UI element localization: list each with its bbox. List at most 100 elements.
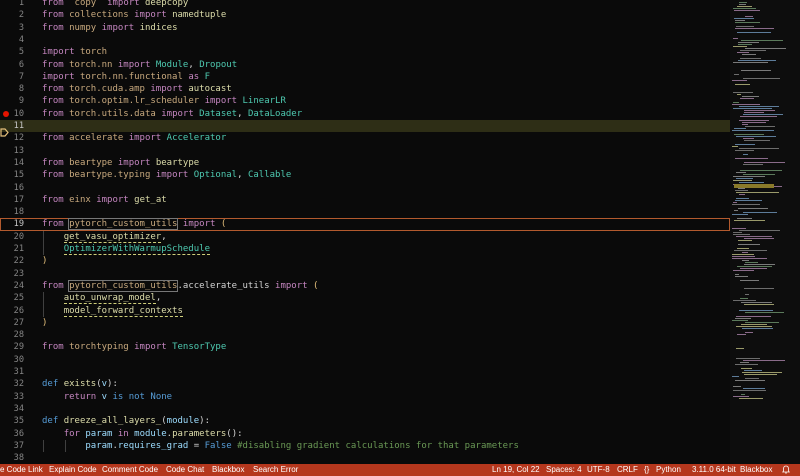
code-line[interactable]: 26 model_forward_contexts xyxy=(0,305,730,317)
status-language[interactable]: Python xyxy=(656,464,681,476)
code-line[interactable]: 35 def dreeze_all_layers_(module): xyxy=(0,415,730,427)
code-line[interactable]: 32 def exists(v): xyxy=(0,378,730,390)
code-line[interactable]: 16 xyxy=(0,182,730,194)
code-line[interactable]: 30 xyxy=(0,354,730,366)
code-token: Dataset xyxy=(199,108,238,119)
code-token: (): xyxy=(226,428,243,439)
status-blackbox[interactable]: Blackbox xyxy=(212,464,244,476)
code-line[interactable]: 14 from beartype import beartype xyxy=(0,157,730,169)
code-line[interactable]: 28 xyxy=(0,329,730,341)
code-line[interactable]: 27) xyxy=(0,317,730,329)
line-number: 29 xyxy=(13,342,24,353)
code-token: torch.nn.functional xyxy=(79,71,183,82)
code-line[interactable]: 3 from numpy import indices xyxy=(0,22,730,34)
minimap[interactable] xyxy=(730,0,800,464)
status-indentation[interactable]: Spaces: 4 xyxy=(546,464,582,476)
code-token: torch.utils.data xyxy=(69,108,156,119)
code-line[interactable]: 18 xyxy=(0,206,730,218)
debug-pointer-icon[interactable] xyxy=(0,122,9,137)
code-text: auto_unwrap_model, xyxy=(42,292,161,305)
code-token: import xyxy=(134,342,167,353)
code-line[interactable]: 8 from torch.cuda.amp import autocast xyxy=(0,83,730,95)
line-number: 3 xyxy=(18,22,24,33)
code-token: from xyxy=(42,133,64,144)
code-token: autocast xyxy=(188,84,232,95)
minimap-line xyxy=(741,302,772,303)
code-token: Callable xyxy=(247,170,292,181)
status-cursor-position[interactable]: Ln 19, Col 22 xyxy=(492,464,540,476)
code-token: #disabling gradient calculations for tha… xyxy=(237,440,519,451)
code-token: return xyxy=(63,391,97,402)
minimap-line xyxy=(735,28,774,29)
status-bar: e Code Link Explain Code Comment Code Co… xyxy=(0,464,800,476)
minimap-line xyxy=(737,6,752,7)
status-encoding[interactable]: UTF-8 xyxy=(587,464,610,476)
code-line[interactable]: 19 from pytorch_custom_utils import ( xyxy=(0,218,730,231)
code-token: from xyxy=(42,280,64,291)
code-line[interactable]: 37 param.requires_grad = False #disablin… xyxy=(0,440,730,452)
code-line[interactable]: 31 xyxy=(0,366,730,378)
code-line[interactable]: 25 auto_unwrap_model, xyxy=(0,292,730,305)
code-line[interactable]: 24 from pytorch_custom_utils.accelerate_u… xyxy=(0,279,730,292)
code-token: from xyxy=(42,108,64,119)
code-line[interactable]: 6 from torch.nn import Module, Dropout xyxy=(0,59,730,71)
code-line[interactable]: 36 for param in module.parameters(): xyxy=(0,428,730,440)
code-line[interactable]: 11 xyxy=(0,120,730,133)
status-blackbox-right[interactable]: Blackbox xyxy=(740,464,772,476)
code-line[interactable]: 4 xyxy=(0,34,730,46)
code-line[interactable]: 10 from torch.utils.data import Dataset, … xyxy=(0,108,730,120)
code-token: Dropout xyxy=(199,59,238,70)
breakpoint-icon[interactable] xyxy=(3,110,9,117)
code-line[interactable]: 23 xyxy=(0,268,730,280)
code-line[interactable]: 38 xyxy=(0,452,730,464)
code-line[interactable]: 2 from collections import namedtuple xyxy=(0,9,730,21)
minimap-line xyxy=(734,74,739,75)
code-token: .accelerate_utils xyxy=(177,280,276,291)
code-line[interactable]: 12 from accelerate import Accelerator xyxy=(0,132,730,144)
code-line[interactable]: 13 xyxy=(0,145,730,157)
code-line[interactable]: 17 from einx import get_at xyxy=(0,194,730,206)
line-number: 15 xyxy=(13,170,24,181)
line-number: 16 xyxy=(13,182,24,193)
code-token: numpy xyxy=(69,22,97,33)
code-editor[interactable]: 1 from copy import deepcopy 2 from collecti… xyxy=(0,0,730,464)
status-interpreter[interactable]: 3.11.0 64-bit xyxy=(692,464,736,476)
bell-icon[interactable] xyxy=(782,464,790,476)
code-line[interactable]: 22) xyxy=(0,255,730,267)
code-line[interactable]: 29 from torchtyping import TensorType xyxy=(0,341,730,353)
code-line[interactable]: 21 OptimizerWithWarmupSchedule xyxy=(0,243,730,255)
minimap-line xyxy=(742,252,748,253)
line-number: 38 xyxy=(13,453,24,464)
code-text: from accelerate import Accelerator xyxy=(42,132,226,144)
code-line[interactable]: 5 import torch xyxy=(0,46,730,58)
status-code-link[interactable]: e Code Link xyxy=(0,464,43,476)
code-text: from torchtyping import TensorType xyxy=(42,341,226,353)
code-line[interactable]: 1 from copy import deepcopy xyxy=(0,0,730,9)
status-code-chat[interactable]: Code Chat xyxy=(166,464,204,476)
line-number: 37 xyxy=(13,440,24,451)
code-line[interactable]: 20 get_vasu_optimizer, xyxy=(0,231,730,243)
minimap-line xyxy=(733,180,752,181)
braces-icon[interactable]: {} xyxy=(644,464,649,476)
minimap-line xyxy=(732,146,738,147)
status-eol[interactable]: CRLF xyxy=(617,464,638,476)
code-line[interactable]: 34 xyxy=(0,403,730,415)
minimap-line xyxy=(740,298,748,299)
code-token: model_forward_contexts xyxy=(63,305,183,317)
minimap-line xyxy=(741,368,752,369)
line-number: 21 xyxy=(13,244,24,254)
code-line[interactable]: 15 from beartype.typing import Optional, … xyxy=(0,169,730,181)
code-token: import xyxy=(182,219,216,230)
status-search-error[interactable]: Search Error xyxy=(253,464,298,476)
status-explain-code[interactable]: Explain Code xyxy=(49,464,97,476)
line-number: 4 xyxy=(18,34,24,45)
code-token: , xyxy=(237,170,248,181)
status-comment-code[interactable]: Comment Code xyxy=(102,464,158,476)
line-number: 1 xyxy=(18,0,24,8)
code-token: get_vasu_optimizer xyxy=(63,231,162,243)
code-line[interactable]: 33 return v is not None xyxy=(0,391,730,403)
line-number: 17 xyxy=(13,194,24,205)
code-token: import xyxy=(96,194,129,205)
code-line[interactable]: 9 from torch.optim.lr_scheduler import Li… xyxy=(0,95,730,107)
code-line[interactable]: 7 import torch.nn.functional as F xyxy=(0,71,730,83)
